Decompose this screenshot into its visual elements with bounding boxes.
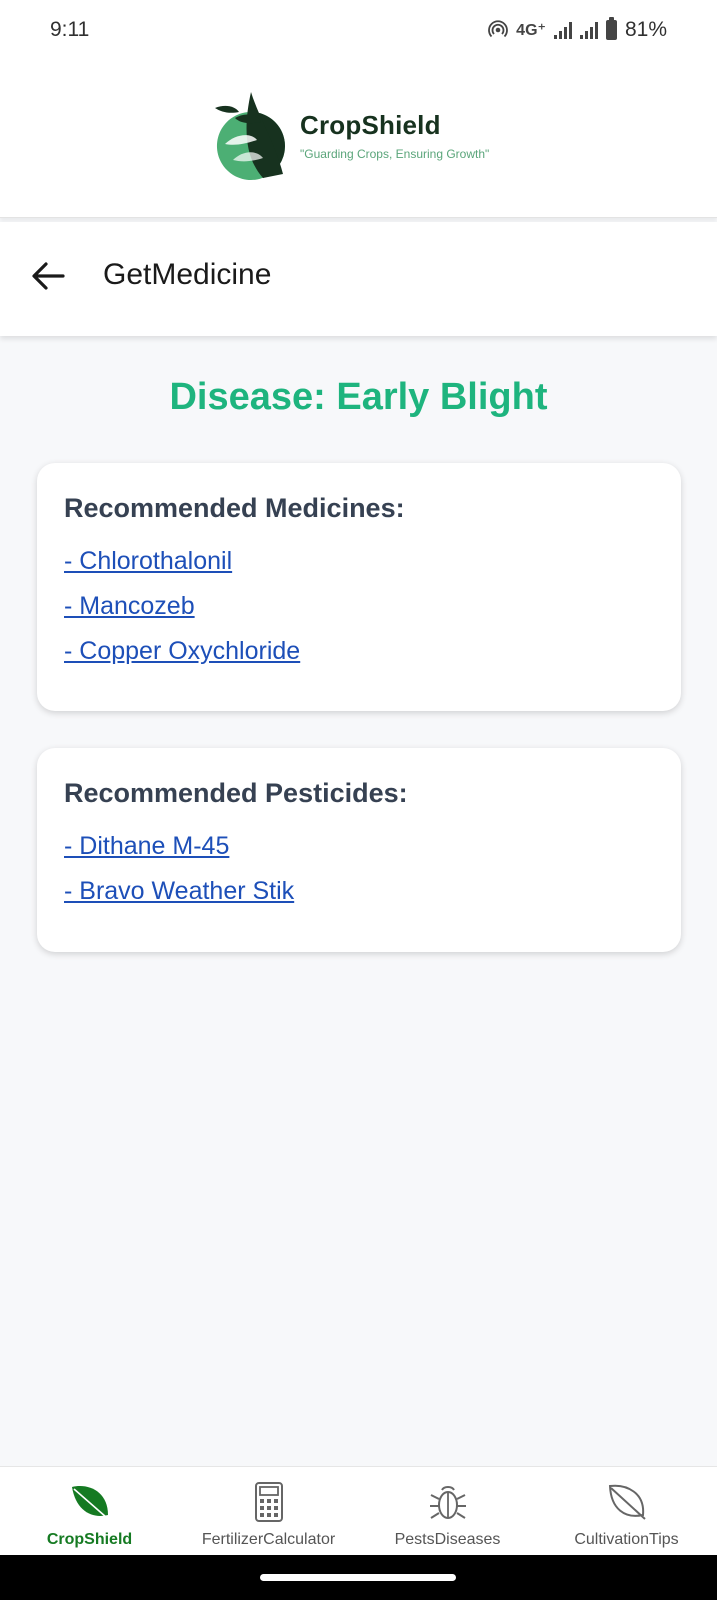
- pesticides-card: Recommended Pesticides: - Dithane M-45 -…: [37, 748, 681, 952]
- pesticide-link[interactable]: - Dithane M-45: [64, 831, 654, 876]
- network-type: 4G⁺: [516, 22, 546, 39]
- app-bar: GetMedicine: [0, 222, 717, 336]
- signal-icon: [579, 21, 598, 39]
- medicines-card: Recommended Medicines: - Chlorothalonil …: [37, 463, 681, 711]
- battery-icon: [605, 17, 617, 40]
- cropshield-logo-icon: [215, 92, 286, 180]
- nav-label: FertilizerCalculator: [201, 1531, 336, 1548]
- status-bar: 9:11 4G⁺ 81%: [0, 0, 717, 60]
- nav-label: CultivationTips: [574, 1531, 679, 1548]
- nav-item-cultivation-tips[interactable]: CultivationTips: [537, 1467, 716, 1556]
- medicine-link[interactable]: - Chlorothalonil: [64, 546, 654, 591]
- system-nav-bar: [0, 1555, 717, 1600]
- leaf-outline-icon: [608, 1484, 646, 1520]
- home-gesture-handle[interactable]: [260, 1574, 456, 1581]
- medicines-heading: Recommended Medicines:: [64, 493, 405, 523]
- medicine-link[interactable]: - Copper Oxychloride: [64, 636, 654, 681]
- signal-icon: [553, 21, 572, 39]
- nav-item-fertilizer-calculator[interactable]: FertilizerCalculator: [179, 1467, 358, 1556]
- page-title: GetMedicine: [103, 258, 272, 291]
- nav-item-pests-diseases[interactable]: PestsDiseases: [358, 1467, 537, 1556]
- brand-name: CropShield: [300, 110, 441, 140]
- disease-title: Disease: Early Blight: [169, 376, 548, 418]
- hotspot-icon: [488, 20, 509, 38]
- brand-tagline: "Guarding Crops, Ensuring Growth": [300, 147, 490, 161]
- bottom-nav: CropShield FertilizerCalculator PestsDis…: [0, 1466, 717, 1555]
- nav-label: PestsDiseases: [394, 1531, 501, 1548]
- nav-item-cropshield[interactable]: CropShield: [0, 1467, 179, 1556]
- medicine-link[interactable]: - Mancozeb: [64, 591, 654, 636]
- status-icons: 4G⁺ 81%: [488, 17, 667, 42]
- calculator-icon: [254, 1482, 283, 1522]
- brand-text: CropShield "Guarding Crops, Ensuring Gro…: [300, 110, 489, 161]
- pesticide-link[interactable]: - Bravo Weather Stik: [64, 876, 654, 921]
- pesticides-heading: Recommended Pesticides:: [64, 778, 408, 808]
- nav-label: CropShield: [46, 1531, 133, 1548]
- back-button[interactable]: [28, 256, 68, 296]
- status-time: 9:11: [50, 18, 90, 41]
- bug-icon: [429, 1486, 466, 1519]
- leaf-filled-icon: [71, 1486, 108, 1518]
- brand-header: CropShield "Guarding Crops, Ensuring Gro…: [0, 60, 717, 218]
- battery-percent: 81%: [624, 18, 667, 41]
- arrow-left-icon: [32, 262, 65, 290]
